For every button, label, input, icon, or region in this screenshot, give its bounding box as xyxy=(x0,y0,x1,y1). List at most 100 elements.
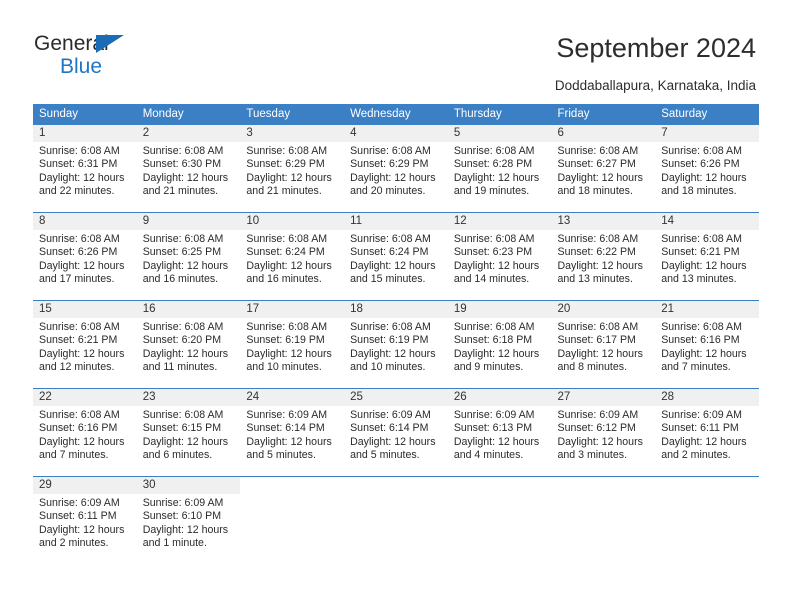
day-cell[interactable]: 2 Sunrise: 6:08 AM Sunset: 6:30 PM Dayli… xyxy=(136,125,241,212)
sunrise-text: Sunrise: 6:09 AM xyxy=(453,409,535,421)
day-cell[interactable]: 4 Sunrise: 6:08 AM Sunset: 6:29 PM Dayli… xyxy=(344,125,448,212)
day-cell[interactable]: 28 Sunrise: 6:09 AM Sunset: 6:11 PM Dayl… xyxy=(655,389,759,476)
day-details: Sunrise: 6:08 AM Sunset: 6:31 PM Dayligh… xyxy=(33,142,137,212)
day-number xyxy=(552,477,656,494)
sunrise-text: Sunrise: 6:08 AM xyxy=(142,409,224,421)
day-cell[interactable]: 7 Sunrise: 6:08 AM Sunset: 6:26 PM Dayli… xyxy=(655,125,759,212)
daylight-text: Daylight: 12 hours and 21 minutes. xyxy=(246,171,332,198)
day-details: Sunrise: 6:08 AM Sunset: 6:21 PM Dayligh… xyxy=(33,318,137,388)
day-details: Sunrise: 6:08 AM Sunset: 6:22 PM Dayligh… xyxy=(552,230,656,300)
day-cell[interactable]: 11 Sunrise: 6:08 AM Sunset: 6:24 PM Dayl… xyxy=(344,213,448,300)
day-details: Sunrise: 6:08 AM Sunset: 6:28 PM Dayligh… xyxy=(448,142,552,212)
sunrise-text: Sunrise: 6:08 AM xyxy=(350,321,431,333)
daylight-text: Daylight: 12 hours and 8 minutes. xyxy=(557,347,643,374)
day-details xyxy=(344,494,448,564)
day-cell-empty xyxy=(552,477,656,564)
day-cell[interactable]: 5 Sunrise: 6:08 AM Sunset: 6:28 PM Dayli… xyxy=(447,125,552,212)
day-cell[interactable]: 21 Sunrise: 6:08 AM Sunset: 6:16 PM Dayl… xyxy=(655,301,759,388)
day-cell[interactable]: 16 Sunrise: 6:08 AM Sunset: 6:20 PM Dayl… xyxy=(136,301,241,388)
sunrise-text: Sunrise: 6:08 AM xyxy=(350,233,431,245)
sunset-text: Sunset: 6:20 PM xyxy=(142,334,222,347)
day-cell[interactable]: 15 Sunrise: 6:08 AM Sunset: 6:21 PM Dayl… xyxy=(33,301,137,388)
daylight-text: Daylight: 12 hours and 16 minutes. xyxy=(246,259,332,286)
day-cell[interactable]: 29 Sunrise: 6:09 AM Sunset: 6:11 PM Dayl… xyxy=(33,477,137,564)
logo-text-blue: Blue xyxy=(60,55,103,78)
day-cell[interactable]: 19 Sunrise: 6:08 AM Sunset: 6:18 PM Dayl… xyxy=(447,301,552,388)
day-number: 29 xyxy=(33,477,137,494)
sunset-text: Sunset: 6:29 PM xyxy=(350,158,429,171)
daylight-text: Daylight: 12 hours and 22 minutes. xyxy=(39,171,125,198)
sunrise-text: Sunrise: 6:09 AM xyxy=(661,409,742,421)
day-number: 26 xyxy=(447,389,552,406)
day-number: 14 xyxy=(655,213,759,230)
day-number: 3 xyxy=(240,125,345,142)
day-cell-empty xyxy=(448,477,552,564)
day-cell[interactable]: 27 Sunrise: 6:09 AM Sunset: 6:12 PM Dayl… xyxy=(551,389,656,476)
day-cell[interactable]: 14 Sunrise: 6:08 AM Sunset: 6:21 PM Dayl… xyxy=(655,213,759,300)
day-number: 12 xyxy=(447,213,552,230)
day-number: 21 xyxy=(655,301,759,318)
day-details: Sunrise: 6:08 AM Sunset: 6:24 PM Dayligh… xyxy=(240,230,344,300)
daylight-text: Daylight: 12 hours and 20 minutes. xyxy=(350,171,436,198)
day-cell[interactable]: 23 Sunrise: 6:08 AM Sunset: 6:15 PM Dayl… xyxy=(136,389,241,476)
day-cell[interactable]: 3 Sunrise: 6:08 AM Sunset: 6:29 PM Dayli… xyxy=(240,125,345,212)
day-details: Sunrise: 6:08 AM Sunset: 6:21 PM Dayligh… xyxy=(655,230,759,300)
day-cell[interactable]: 22 Sunrise: 6:08 AM Sunset: 6:16 PM Dayl… xyxy=(33,389,137,476)
sunrise-text: Sunrise: 6:08 AM xyxy=(453,145,535,157)
daylight-text: Daylight: 12 hours and 2 minutes. xyxy=(39,523,125,550)
sunset-text: Sunset: 6:16 PM xyxy=(661,334,740,347)
daylight-text: Daylight: 12 hours and 18 minutes. xyxy=(661,171,747,198)
day-number xyxy=(344,477,448,494)
day-cell[interactable]: 9 Sunrise: 6:08 AM Sunset: 6:25 PM Dayli… xyxy=(136,213,241,300)
sunset-text: Sunset: 6:15 PM xyxy=(142,422,222,435)
day-details: Sunrise: 6:08 AM Sunset: 6:17 PM Dayligh… xyxy=(552,318,656,388)
daylight-text: Daylight: 12 hours and 4 minutes. xyxy=(453,435,540,462)
day-cell[interactable]: 13 Sunrise: 6:08 AM Sunset: 6:22 PM Dayl… xyxy=(551,213,656,300)
sunset-text: Sunset: 6:31 PM xyxy=(39,158,118,171)
day-number: 6 xyxy=(551,125,656,142)
day-number: 22 xyxy=(33,389,137,406)
day-number: 20 xyxy=(551,301,656,318)
sunset-text: Sunset: 6:23 PM xyxy=(453,246,533,259)
day-details: Sunrise: 6:08 AM Sunset: 6:26 PM Dayligh… xyxy=(655,142,759,212)
day-cell[interactable]: 26 Sunrise: 6:09 AM Sunset: 6:13 PM Dayl… xyxy=(447,389,552,476)
sunrise-text: Sunrise: 6:08 AM xyxy=(453,233,535,245)
day-details: Sunrise: 6:09 AM Sunset: 6:13 PM Dayligh… xyxy=(448,406,552,476)
day-number: 10 xyxy=(240,213,345,230)
sunrise-text: Sunrise: 6:09 AM xyxy=(246,409,328,421)
sunrise-text: Sunrise: 6:08 AM xyxy=(246,233,328,245)
day-details: Sunrise: 6:08 AM Sunset: 6:23 PM Dayligh… xyxy=(448,230,552,300)
day-number: 1 xyxy=(33,125,137,142)
day-details: Sunrise: 6:08 AM Sunset: 6:19 PM Dayligh… xyxy=(240,318,344,388)
daylight-text: Daylight: 12 hours and 15 minutes. xyxy=(350,259,436,286)
day-cell[interactable]: 20 Sunrise: 6:08 AM Sunset: 6:17 PM Dayl… xyxy=(551,301,656,388)
day-number: 15 xyxy=(33,301,137,318)
daylight-text: Daylight: 12 hours and 10 minutes. xyxy=(350,347,436,374)
sunrise-text: Sunrise: 6:08 AM xyxy=(557,145,639,157)
sunrise-text: Sunrise: 6:08 AM xyxy=(142,321,224,333)
page-title: September 2024 xyxy=(556,33,756,63)
day-cell[interactable]: 30 Sunrise: 6:09 AM Sunset: 6:10 PM Dayl… xyxy=(136,477,241,564)
day-cell[interactable]: 17 Sunrise: 6:08 AM Sunset: 6:19 PM Dayl… xyxy=(240,301,345,388)
page-subtitle-location: Doddaballapura, Karnataka, India xyxy=(554,78,756,93)
day-cell[interactable]: 1 Sunrise: 6:08 AM Sunset: 6:31 PM Dayli… xyxy=(33,125,137,212)
day-cell[interactable]: 25 Sunrise: 6:09 AM Sunset: 6:14 PM Dayl… xyxy=(344,389,448,476)
day-cell[interactable]: 18 Sunrise: 6:08 AM Sunset: 6:19 PM Dayl… xyxy=(344,301,448,388)
day-number: 11 xyxy=(344,213,448,230)
day-cell[interactable]: 6 Sunrise: 6:08 AM Sunset: 6:27 PM Dayli… xyxy=(551,125,656,212)
sunrise-text: Sunrise: 6:08 AM xyxy=(661,145,742,157)
daylight-text: Daylight: 12 hours and 12 minutes. xyxy=(39,347,125,374)
sunset-text: Sunset: 6:12 PM xyxy=(557,422,636,435)
sunrise-text: Sunrise: 6:09 AM xyxy=(350,409,431,421)
day-cell[interactable]: 8 Sunrise: 6:08 AM Sunset: 6:26 PM Dayli… xyxy=(33,213,137,300)
day-cell[interactable]: 24 Sunrise: 6:09 AM Sunset: 6:14 PM Dayl… xyxy=(240,389,345,476)
day-cell[interactable]: 12 Sunrise: 6:08 AM Sunset: 6:23 PM Dayl… xyxy=(447,213,552,300)
page-header: General Blue September 2024 Doddaballapu… xyxy=(0,0,792,104)
day-number: 27 xyxy=(551,389,656,406)
sunrise-text: Sunrise: 6:08 AM xyxy=(661,233,742,245)
sunset-text: Sunset: 6:28 PM xyxy=(453,158,533,171)
week-row: 15 Sunrise: 6:08 AM Sunset: 6:21 PM Dayl… xyxy=(33,300,759,388)
day-cell[interactable]: 10 Sunrise: 6:08 AM Sunset: 6:24 PM Dayl… xyxy=(240,213,345,300)
day-details: Sunrise: 6:08 AM Sunset: 6:30 PM Dayligh… xyxy=(137,142,241,212)
sunset-text: Sunset: 6:21 PM xyxy=(39,334,118,347)
